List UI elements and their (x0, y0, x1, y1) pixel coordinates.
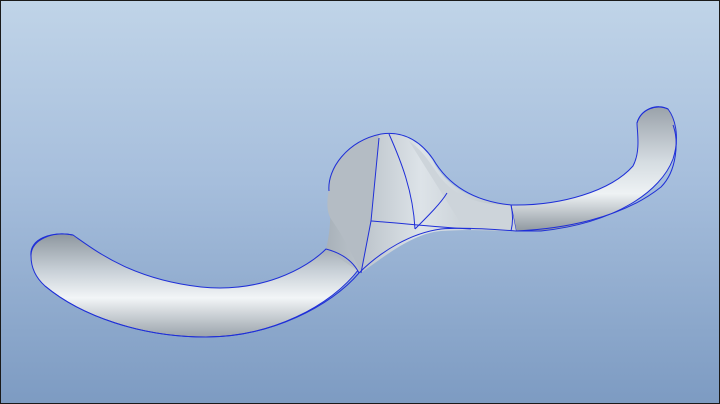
3d-model-viewport[interactable] (0, 0, 720, 404)
right-tube-surface[interactable] (510, 106, 677, 232)
left-tube-surface[interactable] (30, 233, 360, 338)
swept-tube-model[interactable] (1, 1, 719, 403)
